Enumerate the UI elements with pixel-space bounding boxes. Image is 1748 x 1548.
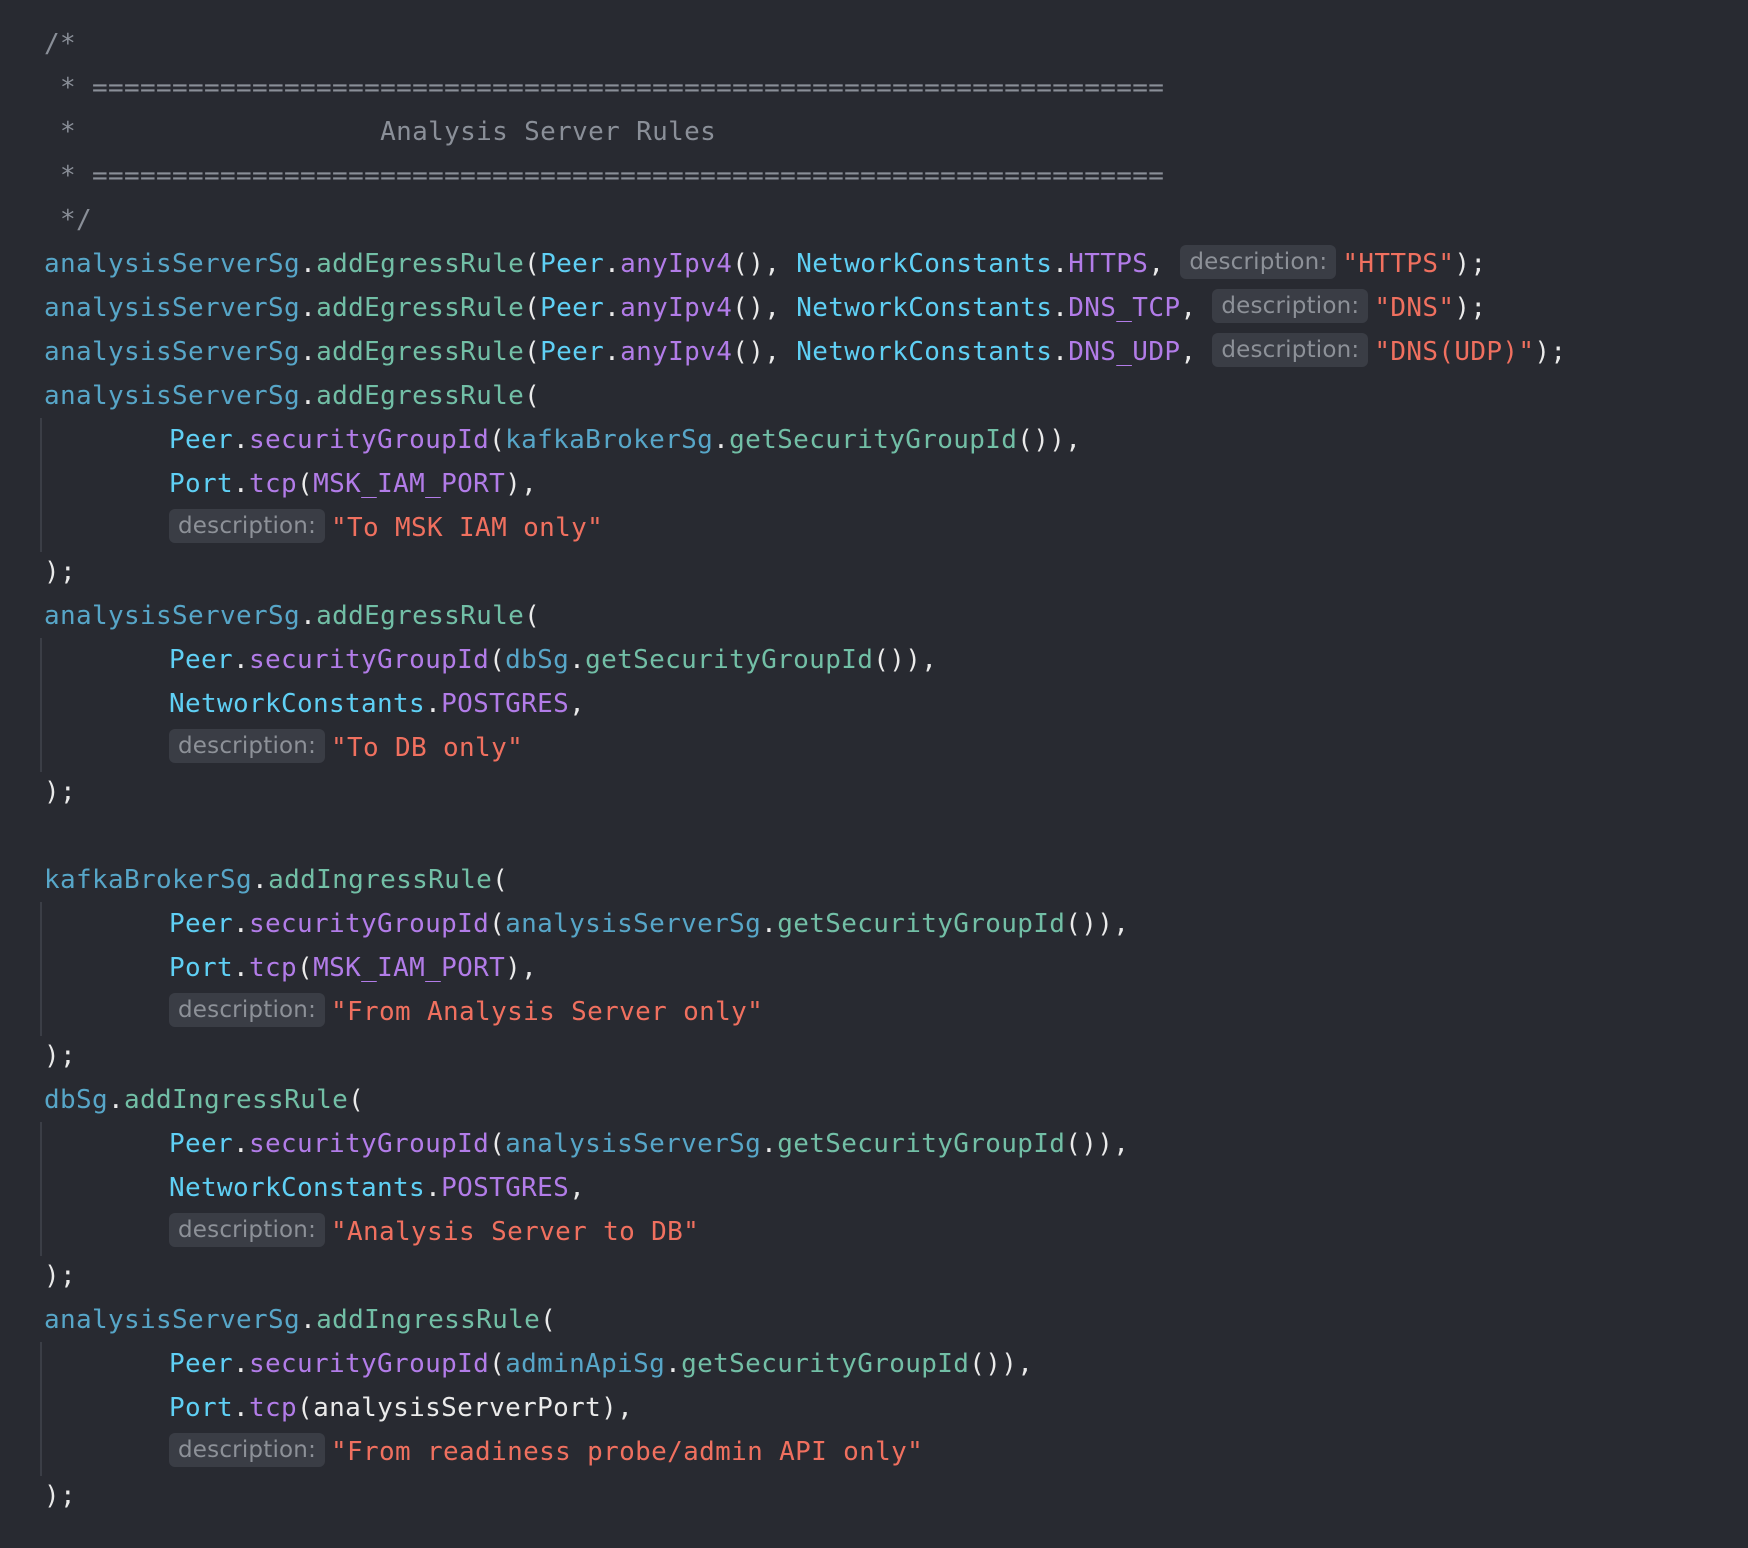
- code-line[interactable]: analysisServerSg.addEgressRule(: [44, 594, 540, 638]
- code-line[interactable]: description: "Analysis Server to DB": [169, 1210, 699, 1254]
- comment-line: * ======================================…: [44, 73, 1165, 103]
- parameter-hint: description:: [1212, 333, 1369, 367]
- comment-title: * Analysis Server Rules: [44, 117, 717, 147]
- code-line[interactable]: description: "From Analysis Server only": [169, 990, 763, 1034]
- code-line[interactable]: Peer.securityGroupId(dbSg.getSecurityGro…: [169, 638, 937, 682]
- code-line[interactable]: );: [44, 1034, 76, 1078]
- indent-guide: [40, 1122, 42, 1256]
- code-line[interactable]: );: [44, 770, 76, 814]
- code-line[interactable]: Port.tcp(MSK_IAM_PORT),: [169, 946, 537, 990]
- indent-guide: [40, 638, 42, 772]
- parameter-hint: description:: [1180, 245, 1337, 279]
- code-line[interactable]: analysisServerSg.addIngressRule(: [44, 1298, 556, 1342]
- code-line[interactable]: Peer.securityGroupId(analysisServerSg.ge…: [169, 902, 1129, 946]
- comment-line: * ======================================…: [44, 161, 1165, 191]
- code-line[interactable]: Peer.securityGroupId(analysisServerSg.ge…: [169, 1122, 1129, 1166]
- parameter-hint: description:: [169, 1213, 326, 1247]
- code-line[interactable]: analysisServerSg.addEgressRule(: [44, 374, 540, 418]
- code-line[interactable]: dbSg.addIngressRule(: [44, 1078, 364, 1122]
- parameter-hint: description:: [1212, 289, 1369, 323]
- code-line[interactable]: description: "To DB only": [169, 726, 523, 770]
- code-line[interactable]: NetworkConstants.POSTGRES,: [169, 1166, 585, 1210]
- code-line[interactable]: analysisServerSg.addEgressRule(Peer.anyI…: [44, 286, 1486, 330]
- comment-line: */: [44, 205, 93, 235]
- code-line[interactable]: analysisServerSg.addEgressRule(Peer.anyI…: [44, 330, 1566, 374]
- code-line[interactable]: );: [44, 550, 76, 594]
- code-line[interactable]: analysisServerSg.addEgressRule(Peer.anyI…: [44, 242, 1486, 286]
- parameter-hint: description:: [169, 1433, 326, 1467]
- code-line[interactable]: description: "To MSK IAM only": [169, 506, 603, 550]
- code-line[interactable]: Peer.securityGroupId(kafkaBrokerSg.getSe…: [169, 418, 1081, 462]
- indent-guide: [40, 902, 42, 1036]
- code-line[interactable]: Port.tcp(MSK_IAM_PORT),: [169, 462, 537, 506]
- indent-guide: [40, 418, 42, 552]
- parameter-hint: description:: [169, 729, 326, 763]
- code-line[interactable]: Peer.securityGroupId(adminApiSg.getSecur…: [169, 1342, 1033, 1386]
- code-line[interactable]: );: [44, 1474, 76, 1518]
- parameter-hint: description:: [169, 993, 326, 1027]
- code-editor[interactable]: /* * ===================================…: [0, 0, 1748, 1548]
- code-line[interactable]: NetworkConstants.POSTGRES,: [169, 682, 585, 726]
- code-line[interactable]: description: "From readiness probe/admin …: [169, 1430, 923, 1474]
- code-line[interactable]: );: [44, 1254, 76, 1298]
- parameter-hint: description:: [169, 509, 326, 543]
- comment-line: /*: [44, 29, 77, 59]
- code-line[interactable]: kafkaBrokerSg.addIngressRule(: [44, 858, 508, 902]
- indent-guide: [40, 1342, 42, 1476]
- code-line[interactable]: Port.tcp(analysisServerPort),: [169, 1386, 633, 1430]
